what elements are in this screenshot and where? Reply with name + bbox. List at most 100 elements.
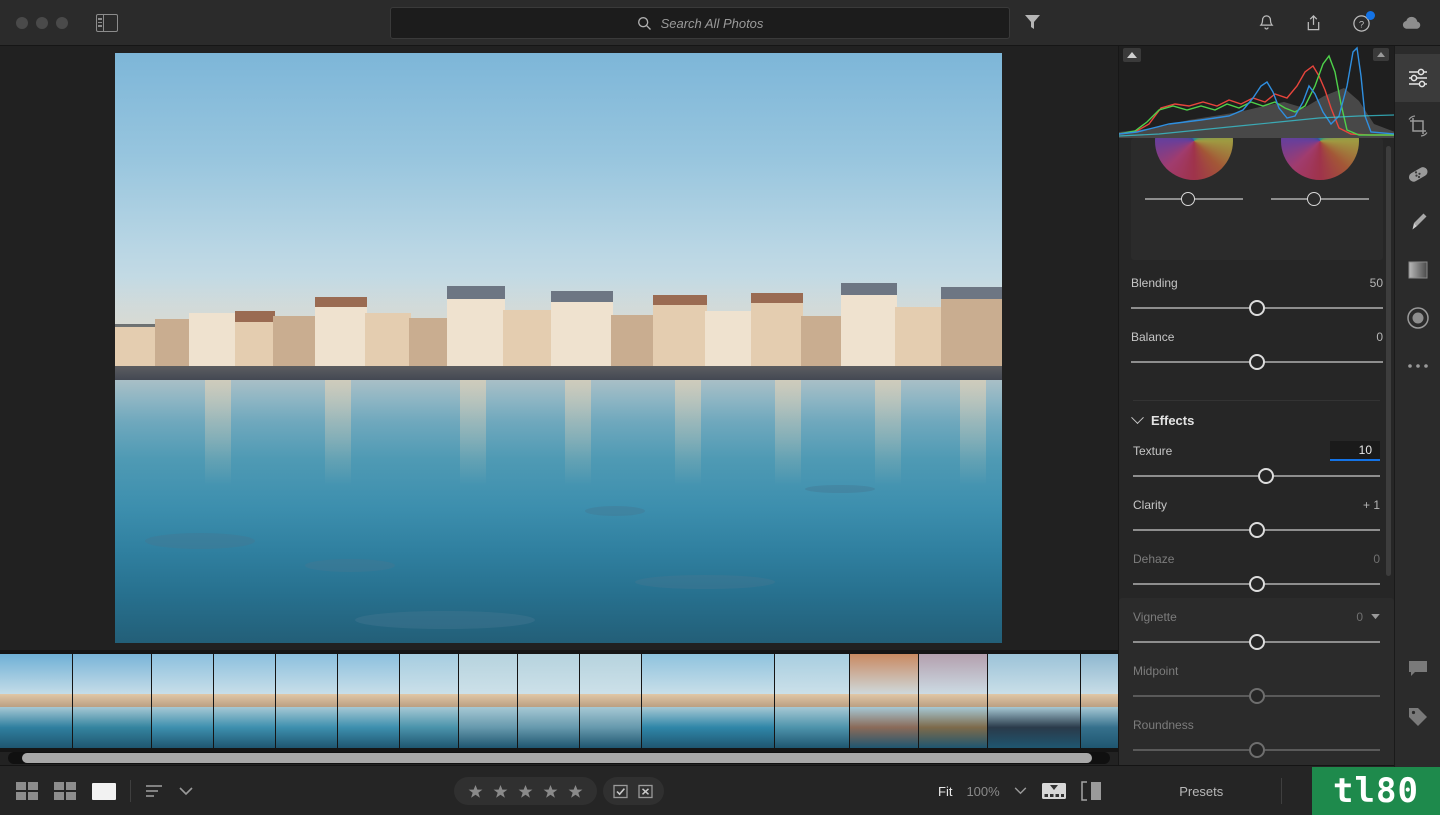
- filmstrip-thumbnail[interactable]: [400, 654, 458, 748]
- midtones-wheel[interactable]: [1155, 138, 1233, 180]
- flag-reject-icon[interactable]: [638, 784, 654, 799]
- dehaze-value[interactable]: 0: [1373, 552, 1380, 566]
- bell-icon[interactable]: [1258, 14, 1275, 32]
- thumbnail-buildings: [850, 694, 918, 707]
- help-circle-icon[interactable]: ?: [1352, 10, 1375, 33]
- filmstrip-thumbnail[interactable]: [1081, 654, 1118, 748]
- keywords[interactable]: [1395, 692, 1440, 740]
- filmstrip-thumbnail[interactable]: [775, 654, 849, 748]
- close-window-button[interactable]: [16, 16, 28, 29]
- share-icon[interactable]: [1305, 14, 1322, 32]
- effects-section-header[interactable]: Effects: [1119, 401, 1394, 430]
- star-icon[interactable]: [543, 784, 558, 799]
- texture-track[interactable]: [1133, 468, 1380, 484]
- brush-tool[interactable]: [1395, 198, 1440, 246]
- svg-text:?: ?: [1359, 19, 1364, 30]
- chevron-down-icon[interactable]: [1371, 614, 1380, 620]
- thumbnail-buildings: [73, 694, 151, 707]
- chevron-down-icon[interactable]: [1014, 787, 1027, 795]
- edit-tool[interactable]: [1395, 54, 1440, 102]
- crop-tool[interactable]: [1395, 102, 1440, 150]
- shadows-luminance-slider[interactable]: [1271, 192, 1369, 206]
- filmstrip-thumbnail[interactable]: [850, 654, 918, 748]
- thumbnail-sky: [580, 654, 641, 700]
- zoom-fit-button[interactable]: Fit: [938, 784, 952, 799]
- before-after-icon[interactable]: [1080, 781, 1103, 801]
- linear-gradient-tool[interactable]: [1395, 246, 1440, 294]
- chevron-down-icon: [1131, 411, 1144, 425]
- maximize-window-button[interactable]: [56, 16, 68, 29]
- brush-icon: [1412, 213, 1427, 230]
- clarity-label: Clarity: [1133, 498, 1168, 512]
- star-rating[interactable]: [454, 777, 597, 805]
- filmstrip-thumbnail[interactable]: [988, 654, 1080, 748]
- blending-value[interactable]: 50: [1370, 276, 1383, 290]
- vignette-value[interactable]: 0: [1356, 610, 1363, 624]
- filmstrip-scrollbar[interactable]: [8, 752, 1110, 764]
- filmstrip-thumbnail[interactable]: [518, 654, 579, 748]
- filter-funnel-icon[interactable]: [1024, 14, 1041, 30]
- thumbnail-water: [459, 706, 517, 748]
- filmstrip-thumbnail[interactable]: [73, 654, 151, 748]
- filmstrip-thumbnail[interactable]: [152, 654, 213, 748]
- balance-label: Balance: [1131, 330, 1175, 344]
- balance-slider-row: Balance 0: [1131, 328, 1383, 370]
- dehaze-track[interactable]: [1133, 576, 1380, 592]
- filmstrip-thumbnail[interactable]: [580, 654, 641, 748]
- roundness-slider-row: Roundness: [1119, 716, 1394, 758]
- filmstrip-thumbnail[interactable]: [276, 654, 337, 748]
- star-icon[interactable]: [493, 784, 508, 799]
- search-input[interactable]: Search All Photos: [390, 7, 1010, 39]
- histogram[interactable]: [1119, 46, 1394, 138]
- roundness-track[interactable]: [1133, 742, 1380, 758]
- blending-track[interactable]: [1131, 300, 1383, 316]
- filmstrip-thumbnail[interactable]: [338, 654, 399, 748]
- dehaze-slider-row: Dehaze 0: [1119, 550, 1394, 592]
- healing-tool[interactable]: [1395, 150, 1440, 198]
- thumbnail-buildings: [518, 694, 579, 707]
- presets-button[interactable]: Presets: [1122, 784, 1281, 799]
- star-icon[interactable]: [568, 784, 583, 799]
- comments[interactable]: [1395, 644, 1440, 692]
- search-icon: [637, 16, 651, 30]
- thumbnail-buildings: [1081, 694, 1118, 707]
- flag-controls[interactable]: [603, 777, 664, 805]
- filmstrip-thumbnail[interactable]: [0, 654, 72, 748]
- edit-panel-scrollbar[interactable]: [1386, 146, 1391, 576]
- star-icon[interactable]: [518, 784, 533, 799]
- left-panel-toggle-icon[interactable]: [96, 13, 118, 32]
- balance-track[interactable]: [1131, 354, 1383, 370]
- vignette-group: Vignette 0 Midpoint Roundness: [1119, 598, 1394, 765]
- filmstrip-thumbnail[interactable]: [459, 654, 517, 748]
- flag-pick-icon[interactable]: [613, 784, 629, 799]
- filmstrip-thumbnail[interactable]: [214, 654, 275, 748]
- scrollbar-thumb[interactable]: [22, 753, 1092, 763]
- thumbnail-sky: [0, 654, 72, 700]
- thumbnail-buildings: [214, 694, 275, 707]
- filmstrip-thumbnail[interactable]: [919, 654, 987, 748]
- midtones-luminance-slider[interactable]: [1145, 192, 1243, 206]
- balance-value[interactable]: 0: [1376, 330, 1383, 344]
- clarity-value[interactable]: + 1: [1363, 498, 1380, 512]
- midpoint-track[interactable]: [1133, 688, 1380, 704]
- shadows-wheel[interactable]: [1281, 138, 1359, 180]
- cloud-icon[interactable]: [1401, 14, 1426, 32]
- clarity-track[interactable]: [1133, 522, 1380, 538]
- star-icon[interactable]: [468, 784, 483, 799]
- more-tools[interactable]: [1395, 342, 1440, 390]
- filmstrip[interactable]: [0, 650, 1118, 752]
- expand-icon[interactable]: [1373, 48, 1389, 61]
- zoom-percent-button[interactable]: 100%: [966, 784, 999, 799]
- radial-gradient-tool[interactable]: [1395, 294, 1440, 342]
- vignette-track[interactable]: [1133, 634, 1380, 650]
- watermark: tl80: [1312, 767, 1440, 815]
- collapse-up-icon[interactable]: [1123, 48, 1141, 62]
- thumbnail-water: [400, 706, 458, 748]
- main-photo[interactable]: [115, 53, 1002, 643]
- roundness-label: Roundness: [1133, 718, 1194, 732]
- minimize-window-button[interactable]: [36, 16, 48, 29]
- texture-value-field[interactable]: 10: [1330, 441, 1380, 461]
- filmstrip-thumbnail[interactable]: [642, 654, 774, 748]
- photo-buildings: [115, 282, 1002, 369]
- filmstrip-toggle-icon[interactable]: [1041, 781, 1067, 801]
